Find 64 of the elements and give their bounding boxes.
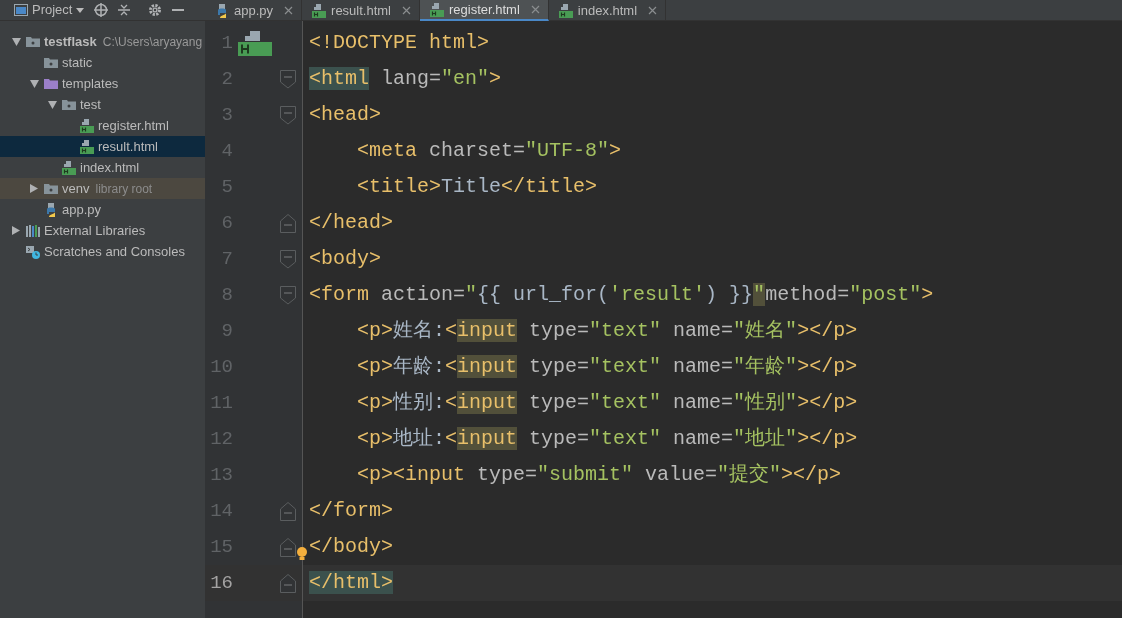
html-file-icon: [238, 30, 272, 56]
folder-icon: [62, 98, 76, 111]
html-file-icon: [80, 139, 94, 154]
editor-tab[interactable]: register.html: [420, 0, 549, 21]
html-file-icon: [312, 3, 327, 18]
project-dropdown[interactable]: Project: [14, 0, 85, 20]
code-line: <p>姓名:<input type="text" name="姓名"></p>: [357, 318, 858, 344]
caret-icon: [76, 7, 85, 13]
expanded-arrow-icon: [47, 100, 57, 109]
folder-icon: [44, 56, 58, 69]
tree-item[interactable]: templates: [0, 73, 205, 94]
code-line: <form action="{{ url_for('result') }}"method="post">: [309, 282, 934, 308]
expanded-arrow-icon: [11, 37, 21, 46]
code-line: </form>: [309, 498, 393, 524]
tree-item[interactable]: testflask C:\Users\aryayang: [0, 31, 205, 52]
code-line: <!DOCTYPE html>: [309, 30, 490, 56]
folder-icon: [44, 182, 58, 195]
tree-item[interactable]: Scratches and Consoles: [0, 241, 205, 262]
expanded-arrow-icon: [29, 79, 39, 88]
close-icon[interactable]: [648, 6, 658, 15]
tree-item[interactable]: test: [0, 94, 205, 115]
close-icon[interactable]: [284, 6, 294, 15]
tree-item[interactable]: register.html: [0, 115, 205, 136]
library-icon: [26, 223, 40, 238]
code-line: <html lang="en">: [309, 66, 502, 92]
code-line: <p>年龄:<input type="text" name="年龄"></p>: [357, 354, 858, 380]
code-line: </head>: [309, 210, 393, 236]
path-hint: library root: [95, 180, 153, 198]
settings-icon[interactable]: [148, 3, 163, 17]
code-line: <title>Title</title>: [357, 174, 598, 200]
tree-item[interactable]: venv library root: [0, 178, 205, 199]
folder-icon: [26, 35, 40, 48]
tree-item[interactable]: index.html: [0, 157, 205, 178]
scratch-icon: [26, 244, 40, 259]
code-line: <p>地址:<input type="text" name="地址"></p>: [357, 426, 858, 452]
html-file-icon: [558, 3, 573, 18]
editor-tab[interactable]: index.html: [548, 0, 667, 21]
minimize-icon[interactable]: [172, 9, 185, 11]
html-file-icon: [62, 160, 76, 175]
path-hint: C:\Users\aryayang: [102, 33, 203, 51]
code-line: <p><input type="submit" value="提交"></p>: [357, 462, 842, 488]
project-label: Project: [32, 1, 73, 20]
html-file-icon: [430, 2, 444, 17]
line-number: 16: [209, 570, 233, 596]
code-line: <p>性别:<input type="text" name="性别"></p>: [357, 390, 858, 416]
tree-item[interactable]: static: [0, 52, 205, 73]
collapsed-arrow-icon: [30, 184, 38, 193]
folder-icon: [44, 77, 58, 90]
target-icon[interactable]: [94, 3, 109, 17]
python-file-icon: [44, 202, 58, 217]
tree-item[interactable]: app.py: [0, 199, 205, 220]
close-icon[interactable]: [402, 6, 411, 15]
collapsed-arrow-icon: [12, 226, 20, 235]
lightbulb-icon[interactable]: [296, 546, 308, 560]
html-file-icon: [80, 118, 94, 133]
tree-item[interactable]: External Libraries: [0, 220, 205, 241]
code-line: <meta charset="UTF-8">: [357, 138, 622, 164]
collapse-icon[interactable]: [118, 3, 131, 17]
python-file-icon: [215, 3, 229, 18]
code-line: <head>: [309, 102, 381, 128]
tree-item[interactable]: result.html: [0, 136, 205, 157]
panel-icon: [14, 4, 28, 16]
code-line: <body>: [309, 246, 381, 272]
code-line: </body>: [309, 534, 393, 560]
